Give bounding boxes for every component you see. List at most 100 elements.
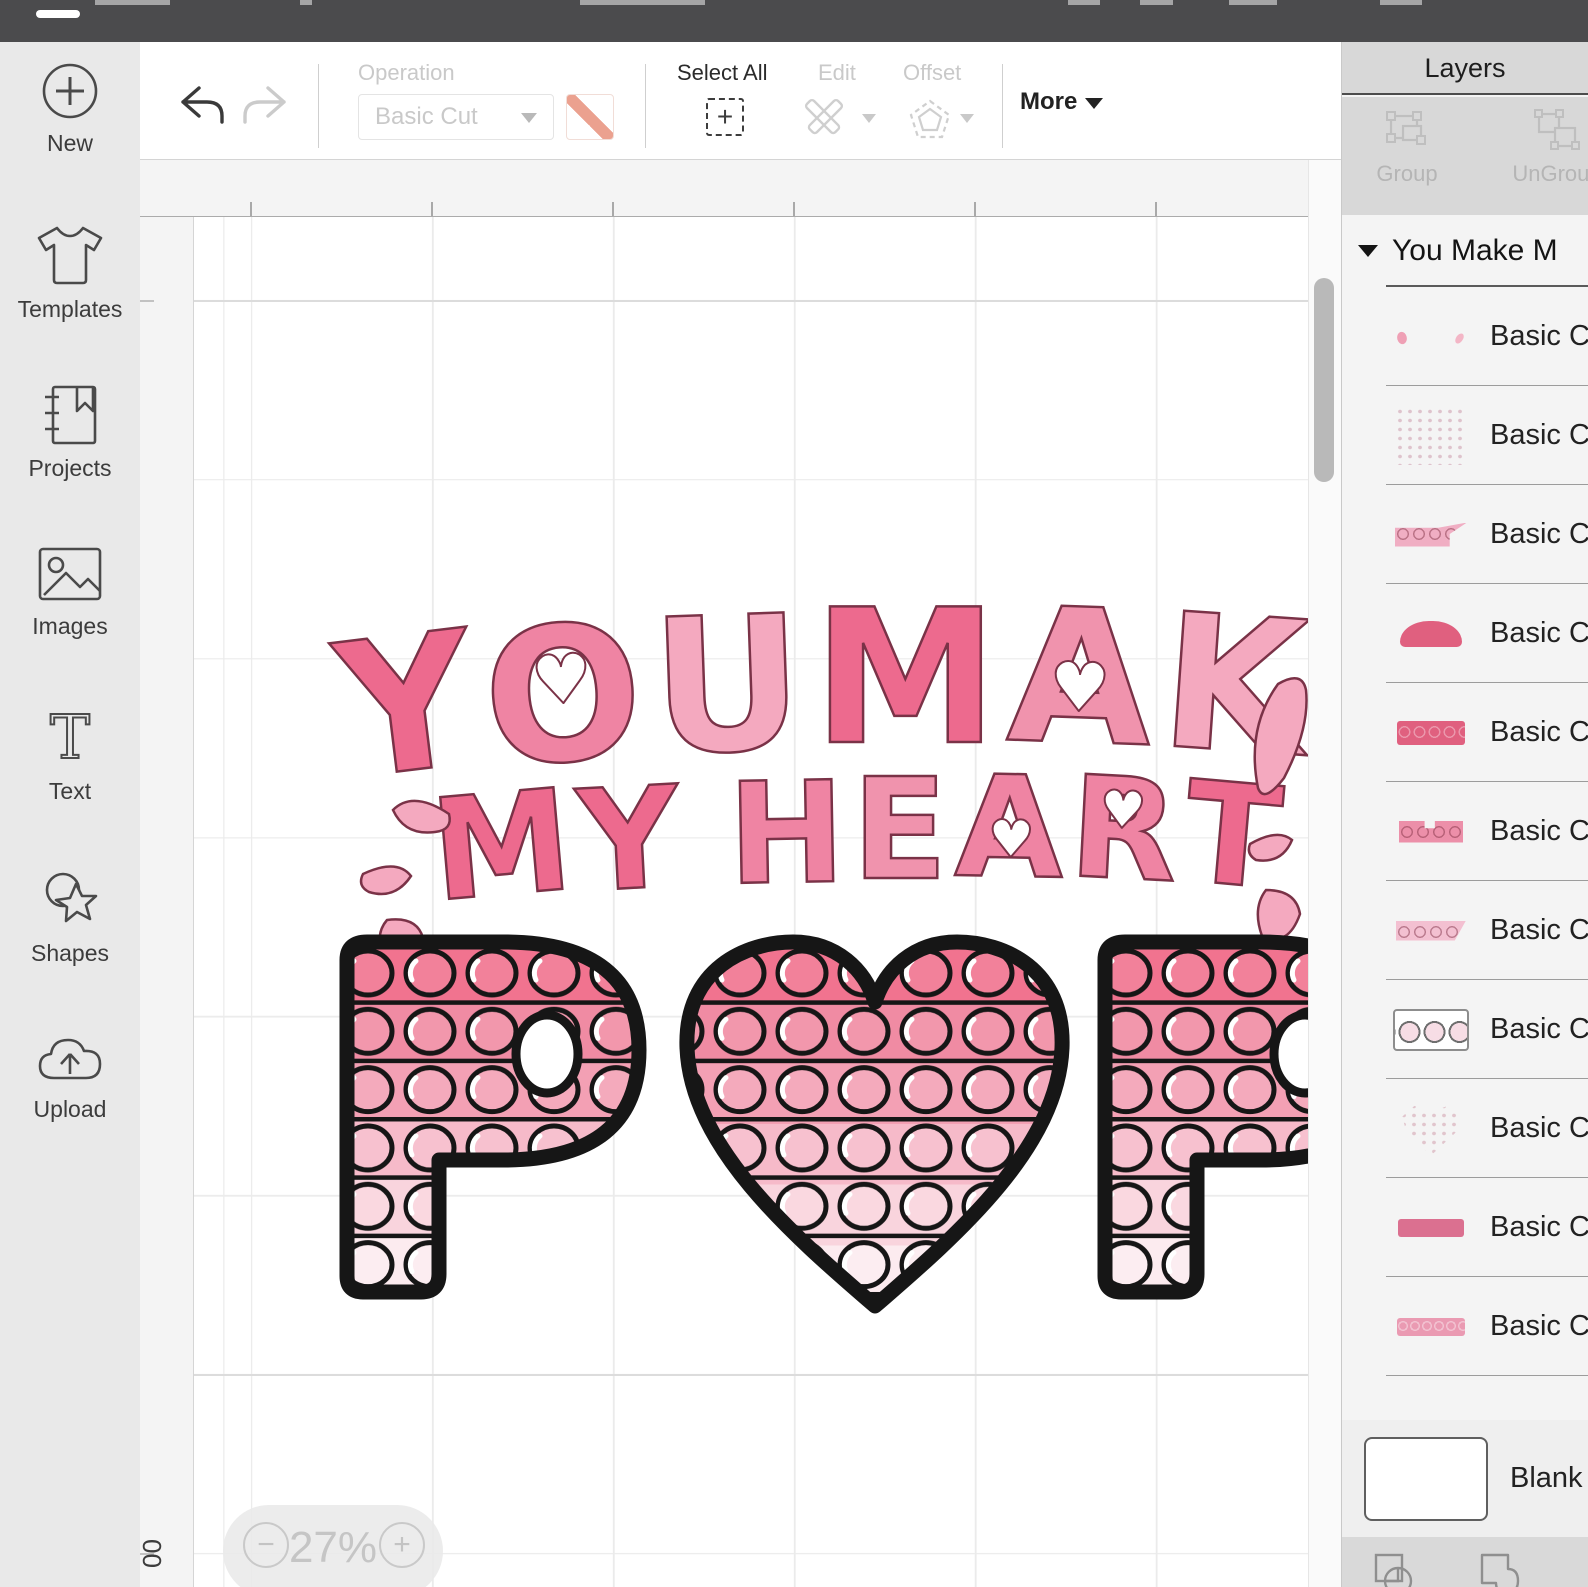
layers-panel: Layers Group UnGrou You Make M Basic C B… bbox=[1341, 42, 1588, 1587]
select-all-label: Select All bbox=[677, 60, 768, 85]
topbar-clipped-text bbox=[1380, 0, 1422, 5]
offset-label: Offset bbox=[903, 60, 962, 85]
undo-button[interactable] bbox=[175, 82, 225, 126]
sidebar-item-projects[interactable]: Projects bbox=[0, 383, 140, 533]
blank-canvas-thumbnail bbox=[1364, 1436, 1488, 1521]
hamburger-menu-icon[interactable] bbox=[36, 0, 80, 28]
artwork-text-you-make[interactable]: Y O♥ U M A♥ K E bbox=[325, 555, 1308, 822]
sidebar-item-label: Projects bbox=[28, 455, 112, 481]
sidebar-item-upload[interactable]: Upload bbox=[0, 1030, 140, 1180]
operation-value: Basic Cut bbox=[375, 103, 478, 130]
redo-button[interactable] bbox=[242, 82, 292, 126]
more-label: More bbox=[1020, 88, 1078, 115]
layer-row[interactable]: Basic Cut bbox=[1342, 584, 1588, 683]
letter-counter-hole bbox=[511, 1010, 583, 1098]
chevron-down-icon[interactable] bbox=[960, 114, 974, 123]
sidebar-item-label: Shapes bbox=[30, 940, 109, 966]
topbar-clipped-text bbox=[580, 0, 705, 5]
topbar-clipped-text bbox=[1140, 0, 1173, 5]
sidebar-item-label: Templates bbox=[17, 296, 123, 322]
chevron-down-icon bbox=[521, 113, 537, 123]
ruler-vertical bbox=[140, 217, 193, 1587]
chevron-down-icon[interactable] bbox=[862, 114, 876, 123]
cricut-design-space: New Templates Projects Images T Text Sha… bbox=[0, 0, 1588, 1587]
color-swatch-button[interactable] bbox=[566, 94, 614, 140]
edit-tools-button[interactable] bbox=[800, 98, 852, 140]
hamburger-bar bbox=[36, 10, 80, 18]
grid-line-major bbox=[194, 1374, 1308, 1376]
artwork-pop-word[interactable] bbox=[337, 926, 1308, 1326]
operation-label: Operation bbox=[358, 60, 455, 85]
layer-thumbnail bbox=[1396, 920, 1466, 941]
layers-panel-actions: Group UnGroup bbox=[1342, 97, 1588, 215]
sidebar-item-label: Text bbox=[48, 778, 92, 804]
sidebar-item-label: Upload bbox=[33, 1096, 107, 1122]
heart-cutout: ♥ bbox=[986, 809, 1036, 872]
sidebar-item-new[interactable]: New bbox=[0, 60, 140, 210]
zoom-in-button[interactable]: + bbox=[379, 1522, 425, 1568]
toolbar-divider bbox=[318, 64, 319, 148]
sidebar-item-text[interactable]: T Text bbox=[0, 706, 140, 856]
layer-row[interactable]: Basic Cut bbox=[1342, 1079, 1588, 1178]
pop-letter-p bbox=[347, 942, 639, 1292]
layer-thumbnail bbox=[1400, 620, 1462, 647]
layer-row[interactable]: Basic Cut bbox=[1342, 881, 1588, 980]
grid-line-major bbox=[194, 300, 1308, 302]
scrollbar-thumb[interactable] bbox=[1314, 278, 1334, 482]
layer-row[interactable]: Basic Cut bbox=[1342, 287, 1588, 386]
blank-canvas-row[interactable]: Blank Canvas bbox=[1342, 1420, 1588, 1537]
ungroup-label: UnGroup bbox=[1512, 161, 1588, 186]
layers-panel-title: Layers bbox=[1342, 42, 1588, 95]
topbar-clipped-text bbox=[95, 0, 170, 5]
sidebar: New Templates Projects Images T Text Sha… bbox=[0, 42, 140, 1587]
star-circle-icon bbox=[45, 872, 98, 923]
layer-thumbnail bbox=[1395, 406, 1467, 465]
group-label: Group bbox=[1376, 161, 1438, 186]
ruler-number: 00 bbox=[136, 1539, 167, 1568]
edit-label: Edit bbox=[818, 60, 856, 85]
layer-thumbnail bbox=[1393, 1008, 1469, 1051]
arrange-layers-icon[interactable] bbox=[1368, 1549, 1418, 1587]
layer-row[interactable]: Basic Cut bbox=[1342, 782, 1588, 881]
topbar-clipped-text bbox=[300, 0, 312, 5]
more-button[interactable]: More bbox=[1020, 88, 1104, 116]
design-canvas[interactable]: Y O♥ U M A♥ K E M Y H E A♥ R♥ T bbox=[193, 217, 1308, 1587]
layer-thumbnail bbox=[1395, 322, 1467, 352]
group-icon bbox=[1386, 111, 1426, 145]
ungroup-button[interactable]: UnGroup bbox=[1502, 107, 1588, 187]
layer-thumbnail bbox=[1395, 522, 1467, 547]
layer-row[interactable]: Basic Cut bbox=[1342, 1277, 1588, 1376]
edit-toolbar: Operation Basic Cut Select All + Edit Of… bbox=[140, 42, 1341, 160]
layer-thumbnail bbox=[1397, 1317, 1465, 1336]
sidebar-item-shapes[interactable]: Shapes bbox=[0, 868, 140, 1018]
slice-shape-icon[interactable] bbox=[1474, 1549, 1524, 1587]
layer-thumbnail bbox=[1397, 720, 1465, 745]
collapse-triangle-icon[interactable] bbox=[1358, 245, 1378, 257]
layer-row[interactable]: Basic Cut bbox=[1342, 386, 1588, 485]
cloud-upload-icon bbox=[38, 1038, 102, 1080]
sidebar-item-label: New bbox=[46, 130, 93, 156]
heart-cutout: ♥ bbox=[528, 638, 596, 723]
artwork-text-my-heart[interactable]: M Y H E A ♥ R ♥ T bbox=[424, 745, 1289, 935]
ruler-horizontal bbox=[140, 160, 1308, 217]
layer-group-row[interactable]: You Make M bbox=[1342, 215, 1588, 287]
offset-button[interactable] bbox=[908, 98, 952, 140]
blank-canvas-label: Blank Canvas bbox=[1510, 1462, 1588, 1494]
layer-row[interactable]: Basic Cut bbox=[1342, 683, 1588, 782]
pop-letter-p bbox=[1105, 942, 1308, 1292]
sidebar-item-templates[interactable]: Templates bbox=[0, 222, 140, 372]
canvas-scrollbar bbox=[1308, 160, 1341, 1587]
layer-row[interactable]: Basic Cut bbox=[1342, 1178, 1588, 1277]
layer-row[interactable]: Basic Cut bbox=[1342, 485, 1588, 584]
layer-row[interactable]: Basic Cut bbox=[1342, 980, 1588, 1079]
topbar-clipped-text bbox=[1229, 0, 1277, 5]
group-button[interactable]: Group bbox=[1352, 107, 1462, 187]
layers-panel-footer bbox=[1342, 1537, 1588, 1587]
sidebar-item-label: Images bbox=[32, 613, 108, 639]
sidebar-item-images[interactable]: Images bbox=[0, 545, 140, 695]
select-all-button[interactable]: + bbox=[706, 98, 744, 136]
plus-circle-icon bbox=[42, 63, 98, 119]
zoom-control: − 27% + bbox=[223, 1505, 443, 1587]
tshirt-icon bbox=[37, 226, 103, 285]
operation-select[interactable]: Basic Cut bbox=[358, 94, 554, 140]
